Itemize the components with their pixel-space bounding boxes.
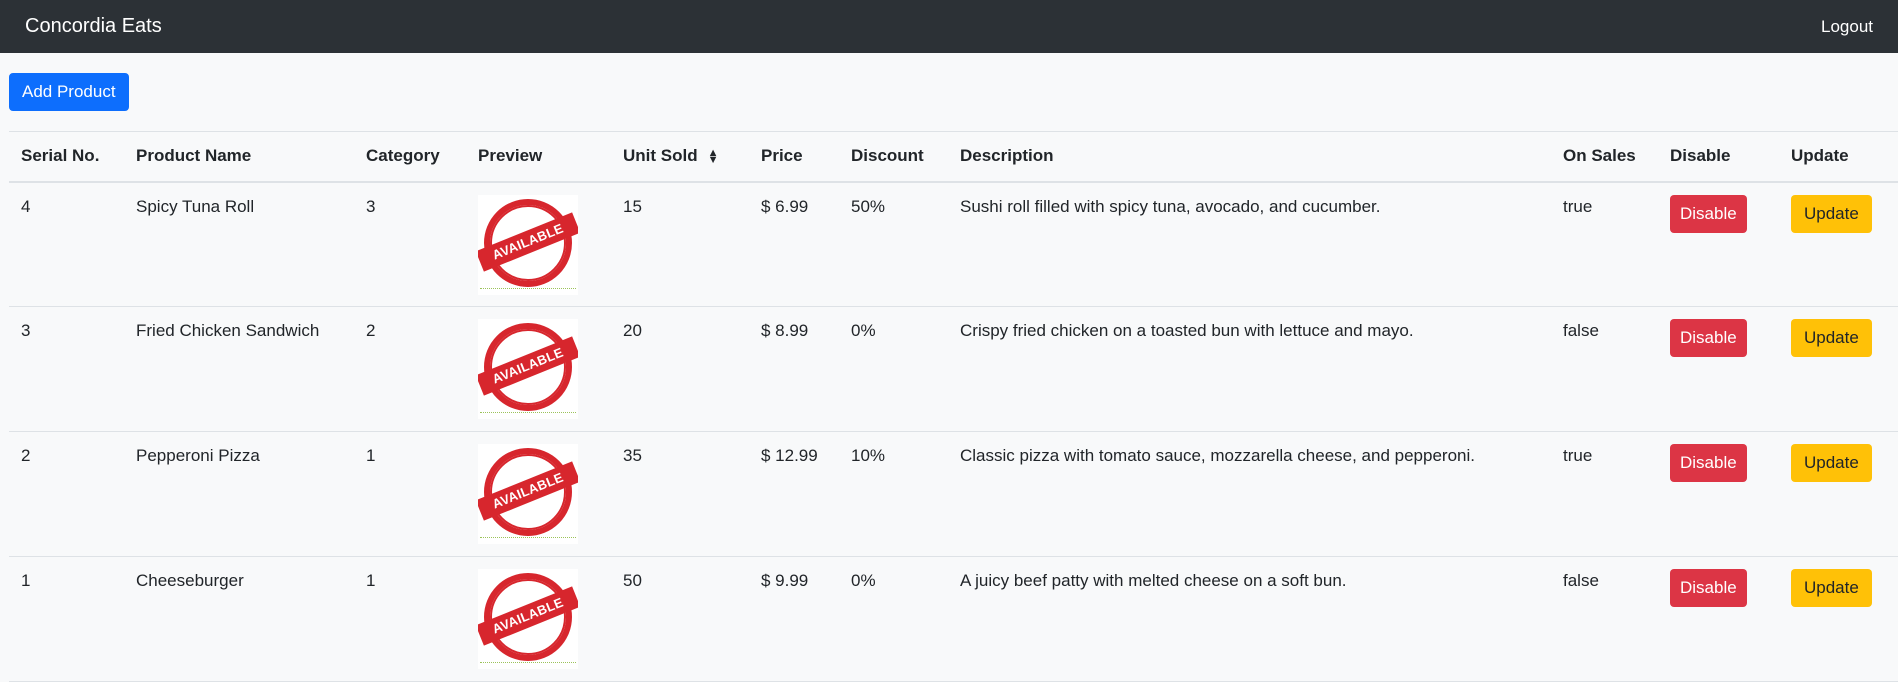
header-preview: Preview (466, 131, 611, 183)
cell-category: 1 (354, 556, 466, 682)
cell-update: Update (1779, 431, 1898, 557)
cell-update: Update (1779, 181, 1898, 307)
product-preview-image: AVAILABLE NOW (478, 569, 578, 669)
cell-preview: AVAILABLE NOW (466, 556, 611, 682)
cell-discount: 0% (839, 306, 948, 432)
update-button[interactable]: Update (1791, 444, 1872, 482)
disable-button[interactable]: Disable (1670, 569, 1747, 607)
cell-product-name: Pepperoni Pizza (124, 431, 354, 557)
cell-serial: 2 (9, 431, 124, 557)
header-unit-sold[interactable]: Unit Sold ▲ ▼ (611, 131, 749, 183)
header-update: Update (1779, 131, 1898, 183)
cell-on-sales: false (1551, 556, 1658, 682)
header-disable: Disable (1658, 131, 1779, 183)
cell-category: 3 (354, 181, 466, 307)
cell-on-sales: false (1551, 306, 1658, 432)
update-button[interactable]: Update (1791, 319, 1872, 357)
table-row: 1 Cheeseburger 1 AVAILABLE NOW 50 $ 9.99… (9, 556, 1898, 682)
header-category: Category (354, 131, 466, 183)
header-description: Description (948, 131, 1551, 183)
cell-update: Update (1779, 306, 1898, 432)
table-header-row: Serial No. Product Name Category Preview… (9, 131, 1898, 183)
cell-serial: 4 (9, 181, 124, 307)
logout-link[interactable]: Logout (1821, 17, 1873, 37)
cell-price: $ 8.99 (749, 306, 839, 432)
top-navbar: Concordia Eats Logout (0, 0, 1898, 53)
cell-unit-sold: 35 (611, 431, 749, 557)
sort-icon[interactable]: ▲ ▼ (708, 147, 719, 165)
image-footer-strip (480, 537, 576, 542)
cell-description: Classic pizza with tomato sauce, mozzare… (948, 431, 1551, 557)
table-row: 2 Pepperoni Pizza 1 AVAILABLE NOW 35 $ 1… (9, 431, 1898, 557)
cell-discount: 10% (839, 431, 948, 557)
cell-disable: Disable (1658, 306, 1779, 432)
brand-title[interactable]: Concordia Eats (25, 15, 162, 38)
disable-button[interactable]: Disable (1670, 319, 1747, 357)
cell-serial: 3 (9, 306, 124, 432)
image-footer-strip (480, 412, 576, 417)
disable-button[interactable]: Disable (1670, 444, 1747, 482)
cell-price: $ 6.99 (749, 181, 839, 307)
cell-description: A juicy beef patty with melted cheese on… (948, 556, 1551, 682)
update-button[interactable]: Update (1791, 569, 1872, 607)
header-unit-sold-label[interactable]: Unit Sold (623, 146, 698, 165)
cell-product-name: Fried Chicken Sandwich (124, 306, 354, 432)
cell-unit-sold: 20 (611, 306, 749, 432)
cell-description: Crispy fried chicken on a toasted bun wi… (948, 306, 1551, 432)
image-footer-strip (480, 662, 576, 667)
disable-button[interactable]: Disable (1670, 194, 1747, 233)
cell-disable: Disable (1658, 556, 1779, 682)
cell-update: Update (1779, 556, 1898, 682)
cell-preview: AVAILABLE NOW (466, 181, 611, 307)
product-preview-image: AVAILABLE NOW (478, 194, 578, 295)
products-table-container: Serial No. Product Name Category Preview… (9, 131, 1898, 682)
image-footer-strip (480, 287, 576, 293)
toolbar: Add Product (0, 53, 1898, 131)
cell-price: $ 9.99 (749, 556, 839, 682)
header-serial: Serial No. (9, 131, 124, 183)
cell-category: 2 (354, 306, 466, 432)
cell-unit-sold: 50 (611, 556, 749, 682)
cell-discount: 50% (839, 181, 948, 307)
cell-product-name: Spicy Tuna Roll (124, 181, 354, 307)
header-on-sales: On Sales (1551, 131, 1658, 183)
cell-preview: AVAILABLE NOW (466, 306, 611, 432)
product-preview-image: AVAILABLE NOW (478, 444, 578, 544)
cell-description: Sushi roll filled with spicy tuna, avoca… (948, 181, 1551, 307)
update-button[interactable]: Update (1791, 194, 1872, 233)
cell-product-name: Cheeseburger (124, 556, 354, 682)
cell-disable: Disable (1658, 181, 1779, 307)
header-product-name: Product Name (124, 131, 354, 183)
table-body: 4 Spicy Tuna Roll 3 AVAILABLE NOW 15 $ 6… (9, 181, 1898, 682)
cell-preview: AVAILABLE NOW (466, 431, 611, 557)
cell-price: $ 12.99 (749, 431, 839, 557)
header-price: Price (749, 131, 839, 183)
header-discount: Discount (839, 131, 948, 183)
products-table: Serial No. Product Name Category Preview… (9, 131, 1898, 682)
cell-on-sales: true (1551, 181, 1658, 307)
cell-on-sales: true (1551, 431, 1658, 557)
add-product-button[interactable]: Add Product (9, 73, 129, 111)
cell-serial: 1 (9, 556, 124, 682)
cell-category: 1 (354, 431, 466, 557)
table-row: 3 Fried Chicken Sandwich 2 AVAILABLE NOW… (9, 306, 1898, 432)
table-row: 4 Spicy Tuna Roll 3 AVAILABLE NOW 15 $ 6… (9, 181, 1898, 307)
cell-disable: Disable (1658, 431, 1779, 557)
cell-discount: 0% (839, 556, 948, 682)
cell-unit-sold: 15 (611, 181, 749, 307)
product-preview-image: AVAILABLE NOW (478, 319, 578, 419)
